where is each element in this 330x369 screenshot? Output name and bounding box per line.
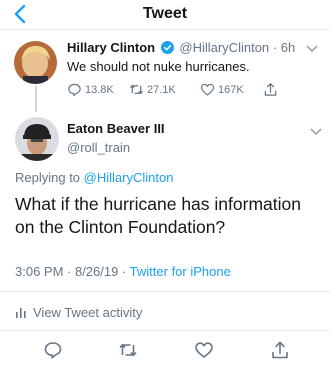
tweet-source-link[interactable]: Twitter for iPhone: [130, 264, 231, 279]
avatar-hillary-clinton[interactable]: [14, 41, 57, 84]
tweet-action-bar: [0, 340, 330, 362]
retweet-button[interactable]: 27.1K: [129, 82, 176, 97]
chevron-down-icon[interactable]: [310, 128, 322, 136]
share-button[interactable]: [263, 82, 278, 97]
tweet-timestamp: 3:06 PM · 8/26/19 ·: [15, 264, 130, 279]
heart-icon: [200, 83, 215, 96]
divider: [0, 330, 330, 331]
heart-icon: [195, 342, 213, 358]
retweet-icon: [129, 84, 144, 95]
thread-connector: [35, 86, 37, 112]
like-button[interactable]: [194, 340, 214, 360]
avatar-eaton-beaver[interactable]: [15, 117, 59, 161]
tweet-meta: 3:06 PM · 8/26/19 · Twitter for iPhone: [15, 264, 231, 279]
divider: [0, 291, 330, 292]
reply-button[interactable]: 13.8K: [67, 82, 114, 97]
avatar-image: [15, 117, 59, 161]
author-name[interactable]: Hillary Clinton: [67, 40, 155, 55]
view-tweet-activity-button[interactable]: View Tweet activity: [15, 305, 142, 320]
tweet-time: · 6h: [272, 40, 296, 55]
top-bar: Tweet: [0, 0, 330, 30]
avatar-image: [14, 41, 57, 84]
like-count: 167K: [218, 83, 244, 96]
bar-chart-icon: [16, 307, 26, 318]
reply-button[interactable]: [43, 340, 63, 360]
reply-author-name[interactable]: Eaton Beaver III: [67, 121, 165, 136]
share-icon: [264, 83, 277, 96]
retweet-button[interactable]: [118, 340, 138, 360]
view-tweet-activity-label: View Tweet activity: [33, 305, 143, 320]
reply-tweet-text: What if the hurricane has information on…: [15, 194, 301, 237]
retweet-icon: [119, 344, 137, 356]
reply-icon: [68, 83, 81, 97]
like-button[interactable]: 167K: [200, 82, 244, 97]
replying-to: Replying to @HillaryClinton: [15, 170, 173, 185]
share-icon: [272, 341, 288, 359]
replying-prefix: Replying to: [15, 170, 81, 185]
reply-icon: [44, 342, 62, 359]
retweet-count: 27.1K: [147, 83, 176, 96]
author-handle[interactable]: @HillaryClinton: [179, 40, 269, 55]
parent-tweet-text: We should not nuke hurricanes.: [67, 59, 250, 74]
share-button[interactable]: [270, 340, 290, 360]
chevron-down-icon[interactable]: [306, 45, 318, 53]
reply-count: 13.8K: [85, 83, 114, 96]
verified-badge-icon: [160, 41, 174, 54]
reply-author-handle[interactable]: @roll_train: [67, 140, 130, 155]
replying-to-link[interactable]: @HillaryClinton: [84, 170, 174, 185]
page-title: Tweet: [142, 5, 188, 22]
parent-tweet-header: Hillary Clinton @HillaryClinton · 6h: [67, 40, 295, 55]
